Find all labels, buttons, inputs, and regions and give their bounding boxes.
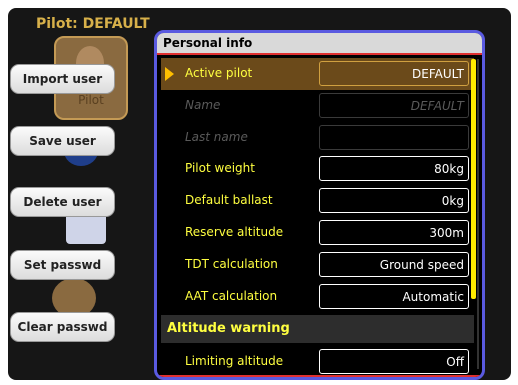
row-last-name: Last name [161, 122, 474, 154]
row-label: Limiting altitude [185, 354, 284, 368]
row-tdt-calculation[interactable]: TDT calculation Ground speed [161, 249, 474, 281]
row-label: TDT calculation [185, 256, 278, 271]
row-value[interactable]: 80kg [319, 156, 469, 182]
row-value[interactable]: DEFAULT [319, 61, 469, 86]
row-value: DEFAULT [319, 92, 469, 118]
row-value[interactable]: Off [319, 349, 469, 374]
row-name: Name DEFAULT [161, 90, 474, 122]
app-screen: Pilot: DEFAULT Pilot Import user Save us… [8, 8, 511, 380]
clear-passwd-button[interactable]: Clear passwd [10, 312, 115, 342]
set-passwd-button[interactable]: Set passwd [10, 250, 115, 280]
delete-user-button[interactable]: Delete user [10, 187, 115, 217]
scrollbar-track[interactable] [477, 59, 479, 369]
row-value [319, 124, 469, 150]
pilot-icon-label: Pilot [78, 93, 104, 107]
row-label: Reserve altitude [185, 224, 284, 239]
row-default-ballast[interactable]: Default ballast 0kg [161, 185, 474, 217]
dialog-title: Personal info [157, 33, 482, 55]
settings-list: Active pilot DEFAULT Name DEFAULT Last n… [161, 58, 474, 312]
row-aat-calculation[interactable]: AAT calculation Automatic [161, 281, 474, 313]
row-value[interactable]: 300m [319, 219, 469, 245]
row-limiting-altitude[interactable]: Limiting altitude Off [161, 346, 474, 377]
row-label: Pilot weight [185, 161, 255, 176]
row-label: Active pilot [185, 66, 253, 80]
dialog-bottom-border [157, 375, 482, 377]
scrollbar-thumb[interactable] [471, 59, 476, 299]
row-value[interactable]: Automatic [319, 283, 469, 309]
row-pilot-weight[interactable]: Pilot weight 80kg [161, 153, 474, 185]
import-user-button[interactable]: Import user [10, 64, 115, 94]
row-active-pilot[interactable]: Active pilot DEFAULT [161, 58, 474, 90]
pilot-header: Pilot: DEFAULT [36, 16, 150, 32]
save-user-button[interactable]: Save user [10, 126, 115, 156]
row-value[interactable]: Ground speed [319, 251, 469, 277]
row-label: Default ballast [185, 193, 273, 208]
row-label: AAT calculation [185, 288, 278, 303]
row-value[interactable]: 0kg [319, 188, 469, 214]
section-altitude-warning: Altitude warning [161, 315, 474, 343]
row-reserve-altitude[interactable]: Reserve altitude 300m [161, 217, 474, 249]
row-label: Last name [185, 129, 248, 144]
personal-info-dialog: Personal info Active pilot DEFAULT Name … [154, 30, 485, 380]
row-label: Name [185, 97, 221, 112]
